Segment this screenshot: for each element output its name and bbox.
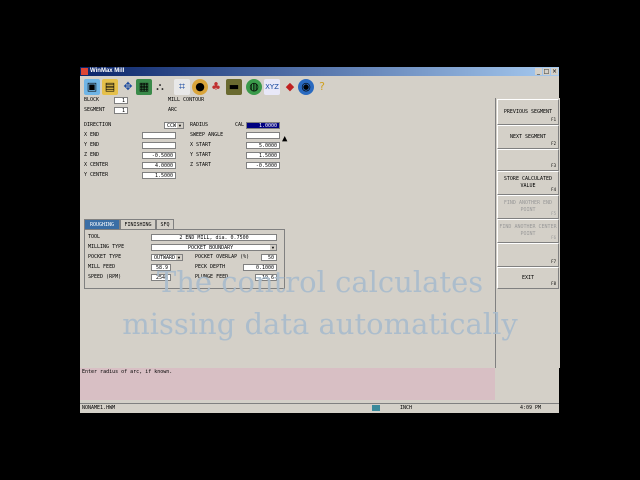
sweep-angle-label: SWEEP ANGLE [190, 132, 224, 138]
find-another-center-point-button[interactable]: FIND ANOTHER CENTER POINT F6 [497, 219, 559, 243]
softkey-f4: F4 [551, 187, 556, 192]
y-center-field[interactable]: 1.5000 [142, 172, 176, 179]
milling-type-label: MILLING TYPE [88, 244, 125, 250]
book-icon[interactable]: ◆ [282, 79, 298, 95]
mouse-pointer-icon: ▲ [282, 134, 288, 144]
z-start-field[interactable]: -0.5000 [246, 162, 280, 169]
app-icon [81, 68, 88, 75]
radius-field[interactable]: 1.0000 [246, 122, 280, 129]
softkey-label: FIND ANOTHER CENTER POINT [499, 224, 557, 237]
y-center-label: Y CENTER [84, 172, 109, 178]
x-end-field[interactable] [142, 132, 176, 139]
direction-value: CCW [167, 123, 177, 129]
softkey-label: PREVIOUS SEGMENT [503, 108, 553, 115]
new-file-icon[interactable]: ▣ [84, 79, 100, 95]
segment-label: SEGMENT [84, 107, 106, 113]
sweep-angle-field[interactable] [246, 132, 280, 139]
open-file-icon[interactable]: ▤ [102, 79, 118, 95]
softkey-f1: F1 [551, 117, 556, 122]
x-start-field[interactable]: 5.0000 [246, 142, 280, 149]
message-area: Enter radius of arc, if known. [80, 368, 495, 400]
softkey-f3: F3 [551, 163, 556, 168]
status-bar: NONAME1.HWM INCH 4:09 PM [80, 403, 559, 413]
pocket-type-label: POCKET TYPE [88, 254, 122, 260]
pocket-overlap-label: POCKET OVERLAP (%) [195, 254, 250, 260]
chevron-down-icon: ▼ [176, 255, 182, 260]
radius-label: RADIUS [190, 122, 209, 128]
help-icon[interactable]: ? [314, 79, 330, 95]
graph-icon[interactable]: ⌗ [174, 79, 190, 95]
y-end-field[interactable] [142, 142, 176, 149]
pocket-type-value: OUTWARD [154, 255, 176, 261]
tool-field[interactable]: 2 END MILL, dia. 0.7500 [151, 234, 277, 241]
prompt-message: Enter radius of arc, if known. [82, 369, 173, 375]
tab-roughing[interactable]: ROUGHING [84, 219, 120, 229]
previous-segment-button[interactable]: PREVIOUS SEGMENT F1 [497, 99, 559, 125]
tools-icon[interactable]: ● [192, 79, 208, 95]
z-start-label: Z START [190, 162, 212, 168]
status-indicator-icon [372, 405, 380, 411]
world-icon[interactable]: ◉ [298, 79, 314, 95]
status-units: INCH [400, 405, 413, 411]
tab-sfq[interactable]: SFQ [156, 219, 174, 229]
x-center-label: X CENTER [84, 162, 109, 168]
minimize-button[interactable]: _ [535, 68, 542, 75]
dimension-icon[interactable]: ▦ [136, 79, 152, 95]
next-segment-button[interactable]: NEXT SEGMENT F2 [497, 125, 559, 149]
radius-cal-label: CAL [235, 122, 245, 128]
y-end-label: Y END [84, 142, 100, 148]
store-calculated-value-button[interactable]: STORE CALCULATED VALUE F4 [497, 171, 559, 195]
x-end-label: X END [84, 132, 100, 138]
settings-icon[interactable]: XYZ [264, 79, 280, 95]
softkey-f5: F5 [551, 211, 556, 216]
x-center-field[interactable]: 4.0000 [142, 162, 176, 169]
colors-icon[interactable]: ♣ [208, 79, 224, 95]
globe-icon[interactable]: ◍ [246, 79, 262, 95]
segment-type: ARC [168, 107, 178, 113]
direction-label: DIRECTION [84, 122, 112, 128]
tool-label: TOOL [88, 234, 101, 240]
block-number[interactable]: 1 [114, 97, 128, 104]
status-file-name: NONAME1.HWM [82, 405, 116, 411]
y-start-label: Y START [190, 152, 212, 158]
application-window: WinMax Mill _ □ × ▣ ▤ ✥ ▦ ⛬ ⌗ ● ♣ ▬ ◍ XY… [80, 67, 560, 413]
status-time: 4:09 PM [520, 405, 542, 411]
softkey-label: STORE CALCULATED VALUE [503, 176, 553, 189]
toolbar: ▣ ▤ ✥ ▦ ⛬ ⌗ ● ♣ ▬ ◍ XYZ ◆ ◉ ? [80, 76, 559, 99]
title-bar[interactable]: WinMax Mill _ □ × [80, 67, 559, 76]
milling-type-value: POCKET BOUNDARY [188, 245, 234, 251]
x-start-label: X START [190, 142, 212, 148]
softkey-label: NEXT SEGMENT [509, 133, 547, 140]
close-button[interactable]: × [551, 68, 558, 75]
milling-type-select[interactable]: POCKET BOUNDARY ▼ [151, 244, 277, 251]
chevron-down-icon: ▼ [270, 245, 276, 250]
z-end-label: Z END [84, 152, 100, 158]
softkey-f2: F2 [551, 141, 556, 146]
move-icon[interactable]: ✥ [120, 79, 136, 95]
materials-icon[interactable]: ▬ [226, 79, 242, 95]
caption-line-1: The control calculates [156, 265, 484, 299]
message-side-panel [495, 368, 559, 400]
find-another-end-point-button[interactable]: FIND ANOTHER END POINT F5 [497, 195, 559, 219]
z-end-field[interactable]: -0.5000 [142, 152, 176, 159]
block-label: BLOCK [84, 97, 100, 103]
caption-line-2: missing data automatically [122, 307, 518, 341]
direction-select[interactable]: CCW ▼ [164, 122, 184, 129]
y-start-field[interactable]: 1.5000 [246, 152, 280, 159]
chevron-down-icon: ▼ [177, 123, 183, 128]
softkey-f6: F6 [551, 235, 556, 240]
segment-number[interactable]: 1 [114, 107, 128, 114]
tab-finishing[interactable]: FINISHING [120, 219, 156, 229]
softkey-label: FIND ANOTHER END POINT [503, 200, 553, 213]
window-title: WinMax Mill [90, 68, 125, 74]
softkey-f3-button[interactable]: F3 [497, 149, 559, 171]
pocket-icon[interactable]: ⛬ [152, 79, 168, 95]
pocket-type-select[interactable]: OUTWARD ▼ [151, 254, 183, 261]
pocket-overlap-field[interactable]: 50 [261, 254, 277, 261]
block-type: MILL CONTOUR [168, 97, 205, 103]
maximize-button[interactable]: □ [543, 68, 550, 75]
